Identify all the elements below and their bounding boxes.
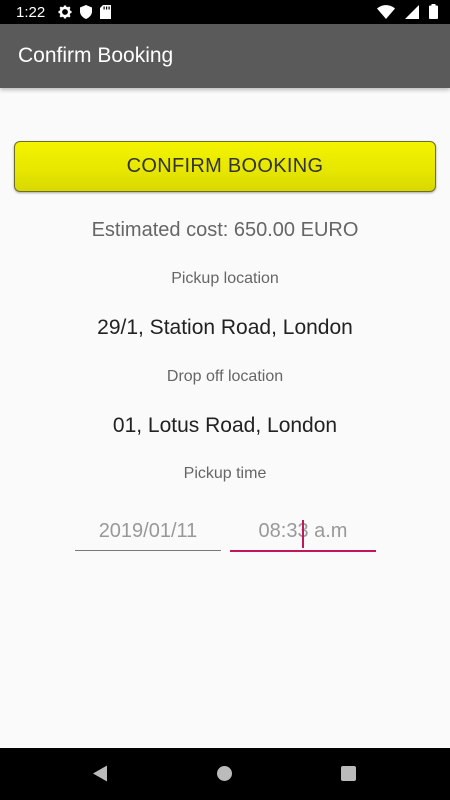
- status-icons-right: [377, 4, 438, 19]
- battery-icon: [429, 4, 438, 19]
- pickup-date-field[interactable]: 2019/01/11: [75, 520, 221, 551]
- gear-icon: [58, 5, 72, 19]
- app-bar: Confirm Booking: [0, 24, 450, 88]
- home-icon[interactable]: [217, 766, 232, 781]
- pickup-location-value: 29/1, Station Road, London: [97, 316, 353, 339]
- dropoff-location-value: 01, Lotus Road, London: [112, 414, 338, 437]
- dropoff-location-label: Drop off location: [166, 368, 284, 385]
- text-cursor: [302, 520, 304, 548]
- wifi-icon: [377, 4, 395, 19]
- status-bar: 1:22: [0, 0, 450, 24]
- status-time: 1:22: [16, 4, 46, 21]
- shield-icon: [80, 5, 92, 19]
- back-icon[interactable]: [92, 765, 108, 782]
- pickup-location-label: Pickup location: [171, 270, 279, 287]
- confirm-booking-button[interactable]: CONFIRM BOOKING: [14, 141, 436, 192]
- navigation-bar: [0, 748, 450, 800]
- pickup-time-label: Pickup time: [183, 465, 267, 482]
- status-icons-left: [58, 5, 111, 19]
- estimated-cost: Estimated cost: 650.00 EURO: [91, 219, 359, 241]
- recent-apps-icon[interactable]: [341, 766, 356, 781]
- sd-card-icon: [100, 5, 111, 19]
- page-title: Confirm Booking: [18, 44, 174, 67]
- signal-icon: [405, 4, 419, 19]
